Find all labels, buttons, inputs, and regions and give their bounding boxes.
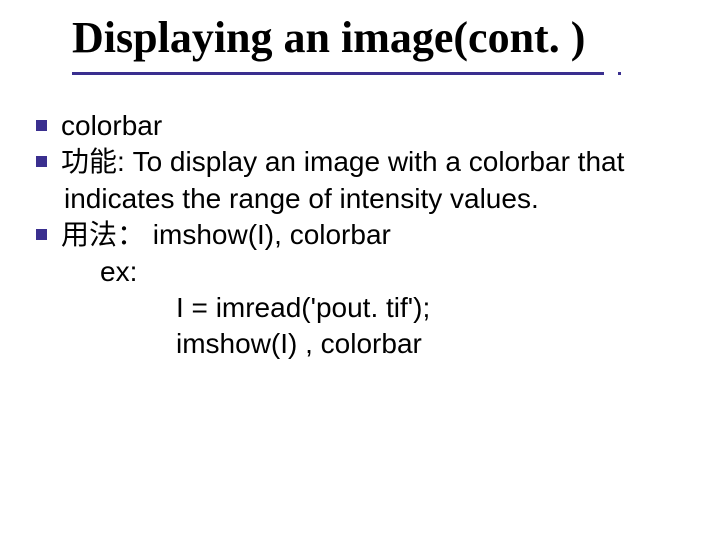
list-item-text: 功能: To display an image with a colorbar … xyxy=(61,144,696,180)
title-underline xyxy=(72,72,604,75)
slide: Displaying an image(cont. ) colorbar 功能:… xyxy=(0,0,720,540)
example-label: ex: xyxy=(100,254,696,290)
list-item: colorbar xyxy=(36,108,696,144)
item-prefix: 用法： xyxy=(61,219,145,250)
item-body: To display an image with a colorbar that xyxy=(133,146,625,177)
bullet-icon xyxy=(36,156,47,167)
list-item: 用法： imshow(I), colorbar xyxy=(36,217,696,253)
list-item-text: colorbar xyxy=(61,108,696,144)
title-wrap: Displaying an image(cont. ) xyxy=(72,14,585,62)
title-underline-tick xyxy=(618,72,621,75)
list-item: 功能: To display an image with a colorbar … xyxy=(36,144,696,180)
code-line: imshow(I) , colorbar xyxy=(176,326,696,362)
list-item-text: 用法： imshow(I), colorbar xyxy=(61,217,696,253)
page-title: Displaying an image(cont. ) xyxy=(72,14,585,62)
item-body: colorbar xyxy=(61,110,162,141)
list-item-cont: indicates the range of intensity values. xyxy=(64,181,696,217)
body: colorbar 功能: To display an image with a … xyxy=(36,108,696,363)
item-body: imshow(I), colorbar xyxy=(145,219,391,250)
code-line: I = imread('pout. tif'); xyxy=(176,290,696,326)
bullet-icon xyxy=(36,120,47,131)
item-prefix: 功能: xyxy=(61,146,133,177)
bullet-icon xyxy=(36,229,47,240)
